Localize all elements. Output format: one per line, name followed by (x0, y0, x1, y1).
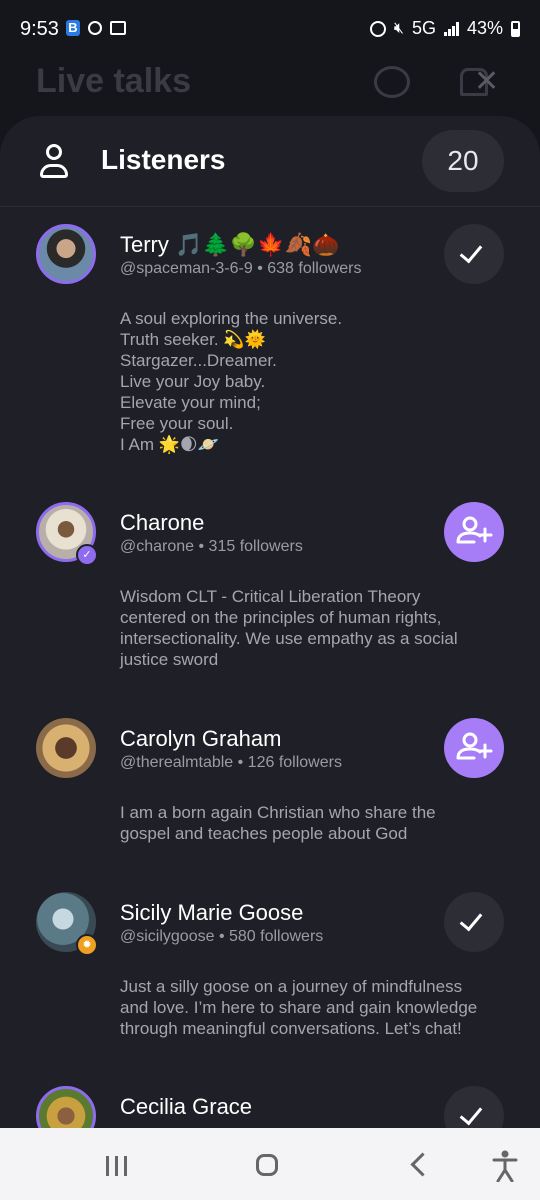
navigation-bar (0, 1128, 540, 1200)
close-icon[interactable]: ✕ (474, 64, 499, 99)
status-bar: 9:53 B 🔇︎ 5G 43% (0, 0, 540, 60)
listener-name: Terry 🎵🌲🌳🍁🍂🌰 (120, 232, 340, 257)
network-type: 5G (411, 18, 436, 38)
app-notification-icon (88, 21, 102, 35)
listener-bio: I am a born again Christian who share th… (120, 803, 436, 843)
listener-bio: Just a silly goose on a journey of mindf… (120, 977, 478, 1038)
verified-badge-icon: ✓ (76, 544, 98, 566)
chat-icon (374, 66, 410, 98)
avatar[interactable] (36, 718, 96, 778)
sheet-title: Listeners (101, 144, 226, 175)
listener-name: Sicily Marie Goose (120, 900, 304, 925)
badge-icon: ✹ (76, 934, 98, 956)
notification-icons: B (66, 20, 126, 36)
check-icon (459, 239, 483, 264)
alarm-icon (369, 20, 386, 37)
add-user-icon (456, 516, 493, 544)
listener-meta: @sicilygoose • 580 followers (120, 928, 324, 945)
following-button[interactable] (444, 224, 504, 284)
follow-button[interactable] (444, 718, 504, 778)
listener-bio: Wisdom CLT - Critical Liberation Theory … (120, 587, 458, 669)
follow-button[interactable] (444, 502, 504, 562)
battery-percent: 43% (466, 18, 503, 38)
add-user-icon (456, 732, 493, 760)
recents-icon[interactable] (106, 1156, 127, 1176)
background-header: Live talks ✕ (0, 60, 540, 120)
battery-icon (511, 20, 520, 37)
mute-icon: 🔇︎ (393, 19, 404, 37)
sheet-header: Listeners 20 (0, 116, 540, 207)
listener-count-badge: 20 (422, 130, 504, 192)
listener-name: Cecilia Grace (120, 1094, 253, 1119)
listener-bio: A soul exploring the universe. Truth see… (120, 309, 343, 454)
home-icon[interactable] (256, 1154, 278, 1176)
b-app-icon: B (66, 20, 80, 36)
system-icons: 🔇︎ 5G 43% (369, 18, 520, 39)
listener-meta: @charone • 315 followers (120, 538, 303, 555)
following-button[interactable] (444, 892, 504, 952)
signal-icon (443, 21, 459, 36)
status-time: 9:53 (20, 18, 59, 40)
person-icon (40, 144, 68, 178)
listener-name: Charone (120, 510, 205, 535)
avatar[interactable] (36, 224, 96, 284)
check-icon (459, 907, 483, 932)
calendar-icon (110, 21, 126, 35)
listener-name: Carolyn Graham (120, 726, 282, 751)
listener-meta: @therealmtable • 126 followers (120, 754, 342, 771)
accessibility-icon[interactable] (492, 1150, 518, 1182)
background-title: Live talks (36, 62, 191, 100)
listener-meta: @spaceman-3-6-9 • 638 followers (120, 260, 362, 277)
back-icon[interactable] (410, 1152, 435, 1177)
listeners-sheet: Listeners 20 Terry 🎵🌲🌳🍁🍂🌰 @spaceman-3-6-… (0, 116, 540, 1200)
check-icon (459, 1101, 483, 1126)
